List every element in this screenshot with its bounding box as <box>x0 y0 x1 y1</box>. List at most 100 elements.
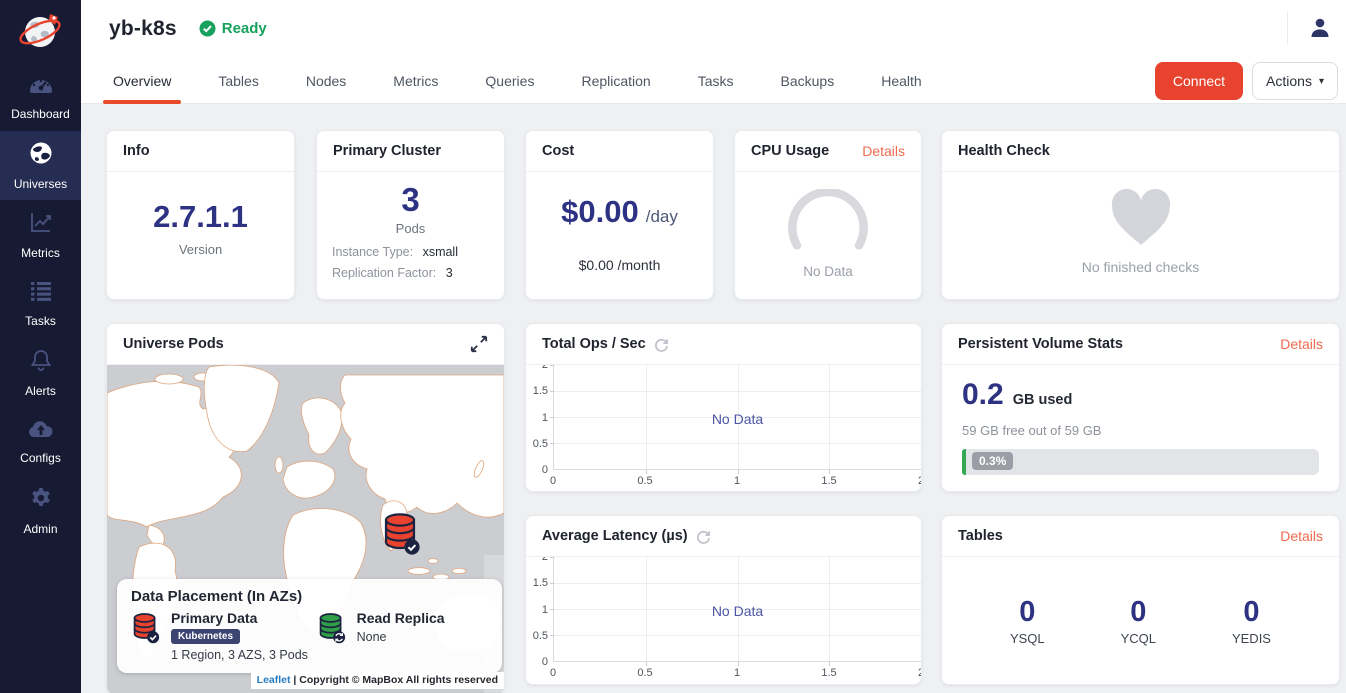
tabs-row: Overview Tables Nodes Metrics Queries Re… <box>81 57 1346 104</box>
yugabyte-logo[interactable] <box>0 0 81 62</box>
read-replica-detail: None <box>357 630 445 644</box>
total-ops-panel: Total Ops / Sec 2 1.5 1 0.5 0 No Data 0 <box>525 323 922 492</box>
tab-overview[interactable]: Overview <box>110 57 174 104</box>
tab-queries[interactable]: Queries <box>482 57 537 104</box>
y-tick: 0.5 <box>533 630 548 642</box>
universe-title: yb-k8s <box>109 17 177 41</box>
pvs-details-link[interactable]: Details <box>1280 336 1323 352</box>
pvs-progress-fill <box>962 449 966 475</box>
leaflet-link[interactable]: Leaflet <box>257 674 291 686</box>
yedis-count: 0 <box>1232 596 1271 629</box>
primary-data-label: Primary Data <box>171 610 308 626</box>
replication-factor-value: 3 <box>446 266 453 280</box>
tab-health[interactable]: Health <box>878 57 924 104</box>
cloud-upload-icon <box>28 419 54 444</box>
title-row: yb-k8s Ready <box>81 0 1346 57</box>
tab-tasks[interactable]: Tasks <box>695 57 737 104</box>
sidebar-item-label: Metrics <box>21 246 60 260</box>
cpu-usage-title: CPU Usage <box>751 143 829 159</box>
tables-title: Tables <box>958 528 1003 544</box>
primary-data-icon <box>131 610 161 646</box>
status-badge: Ready <box>199 20 267 37</box>
y-tick: 2 <box>542 365 548 371</box>
topbar: yb-k8s Ready Overview Tables Nodes Metri… <box>81 0 1346 104</box>
x-tick: 1 <box>734 667 740 679</box>
cpu-details-link[interactable]: Details <box>862 143 905 159</box>
map-attribution: Leaflet | Copyright © MapBox All rights … <box>251 672 504 689</box>
chart-line-icon <box>29 210 53 239</box>
world-map[interactable]: Data Placement (In AZs) Primary Data K <box>107 365 504 693</box>
info-title: Info <box>123 143 150 159</box>
x-tick: 1.5 <box>821 475 836 487</box>
tab-tables[interactable]: Tables <box>215 57 261 104</box>
health-check-panel: Health Check No finished checks <box>941 130 1340 300</box>
total-ops-chart: 2 1.5 1 0.5 0 No Data 0 0.5 1 1.5 2 <box>526 365 921 492</box>
refresh-icon[interactable] <box>696 529 711 544</box>
tab-nodes[interactable]: Nodes <box>303 57 349 104</box>
ysql-count-cell: 0 YSQL <box>1010 596 1045 646</box>
tab-backups[interactable]: Backups <box>778 57 838 104</box>
tab-metrics[interactable]: Metrics <box>390 57 441 104</box>
sidebar-item-admin[interactable]: Admin <box>0 476 81 545</box>
y-tick: 1 <box>542 604 548 616</box>
pod-marker-icon <box>381 511 423 557</box>
x-tick: 0 <box>550 667 556 679</box>
sidebar-item-alerts[interactable]: Alerts <box>0 338 81 407</box>
pods-count: 3 <box>317 181 504 219</box>
main-content: Info 2.7.1.1 Version Primary Cluster 3 P… <box>81 104 1346 693</box>
ysql-label: YSQL <box>1010 631 1045 646</box>
task-list-icon <box>29 280 53 307</box>
cpu-usage-panel: CPU Usage Details No Data <box>734 130 922 300</box>
no-data-label: No Data <box>554 603 921 619</box>
actions-button[interactable]: Actions ▾ <box>1252 62 1338 100</box>
pvs-title: Persistent Volume Stats <box>958 336 1123 352</box>
yedis-count-cell: 0 YEDIS <box>1232 596 1271 646</box>
speedometer-icon <box>28 73 54 100</box>
sidebar-item-universes[interactable]: Universes <box>0 131 81 200</box>
no-data-label: No Data <box>554 411 921 427</box>
expand-icon[interactable] <box>470 335 488 353</box>
sidebar-item-dashboard[interactable]: Dashboard <box>0 62 81 131</box>
kubernetes-badge: Kubernetes <box>171 629 240 644</box>
pvs-used-value: 0.2 <box>962 378 1004 412</box>
check-circle-icon <box>199 20 216 37</box>
sidebar-item-configs[interactable]: Configs <box>0 407 81 476</box>
cost-monthly: $0.00 /month <box>526 257 713 273</box>
health-check-title: Health Check <box>958 143 1050 159</box>
cost-daily-unit: /day <box>646 207 678 227</box>
user-icon[interactable] <box>1308 16 1332 40</box>
instance-type-row: Instance Type: xsmall <box>332 245 489 259</box>
sidebar-item-label: Alerts <box>25 384 56 398</box>
tables-details-link[interactable]: Details <box>1280 528 1323 544</box>
sidebar-item-metrics[interactable]: Metrics <box>0 200 81 269</box>
pvs-progress-bar: 0.3% <box>962 449 1319 475</box>
x-tick: 1.5 <box>821 667 836 679</box>
sidebar-item-tasks[interactable]: Tasks <box>0 269 81 338</box>
y-tick: 0 <box>542 464 548 476</box>
bell-icon <box>29 348 53 377</box>
cpu-empty-label: No Data <box>735 264 921 279</box>
cost-daily-value: $0.00 <box>561 194 639 230</box>
yugabyte-logo-icon <box>17 7 65 55</box>
instance-type-value: xsmall <box>423 245 458 259</box>
data-placement-legend: Data Placement (In AZs) Primary Data K <box>117 579 502 673</box>
version-value: 2.7.1.1 <box>107 199 294 235</box>
ycql-count: 0 <box>1121 596 1156 629</box>
ysql-count: 0 <box>1010 596 1045 629</box>
tab-replication[interactable]: Replication <box>578 57 653 104</box>
read-replica-icon <box>317 610 347 646</box>
sidebar-item-label: Dashboard <box>11 107 70 121</box>
avg-latency-title: Average Latency (µs) <box>542 528 688 544</box>
cost-panel: Cost $0.00 /day $0.00 /month <box>525 130 714 300</box>
yedis-label: YEDIS <box>1232 631 1271 646</box>
connect-button[interactable]: Connect <box>1155 62 1243 100</box>
x-tick: 0.5 <box>637 475 652 487</box>
y-tick: 1.5 <box>533 385 548 397</box>
plot-area: No Data <box>553 557 921 662</box>
y-tick: 0 <box>542 656 548 668</box>
sidebar: Dashboard Universes Metrics Tasks Alerts… <box>0 0 81 693</box>
globe-icon <box>29 141 53 170</box>
total-ops-title: Total Ops / Sec <box>542 336 646 352</box>
gauge-arc-icon <box>778 189 878 251</box>
refresh-icon[interactable] <box>654 337 669 352</box>
